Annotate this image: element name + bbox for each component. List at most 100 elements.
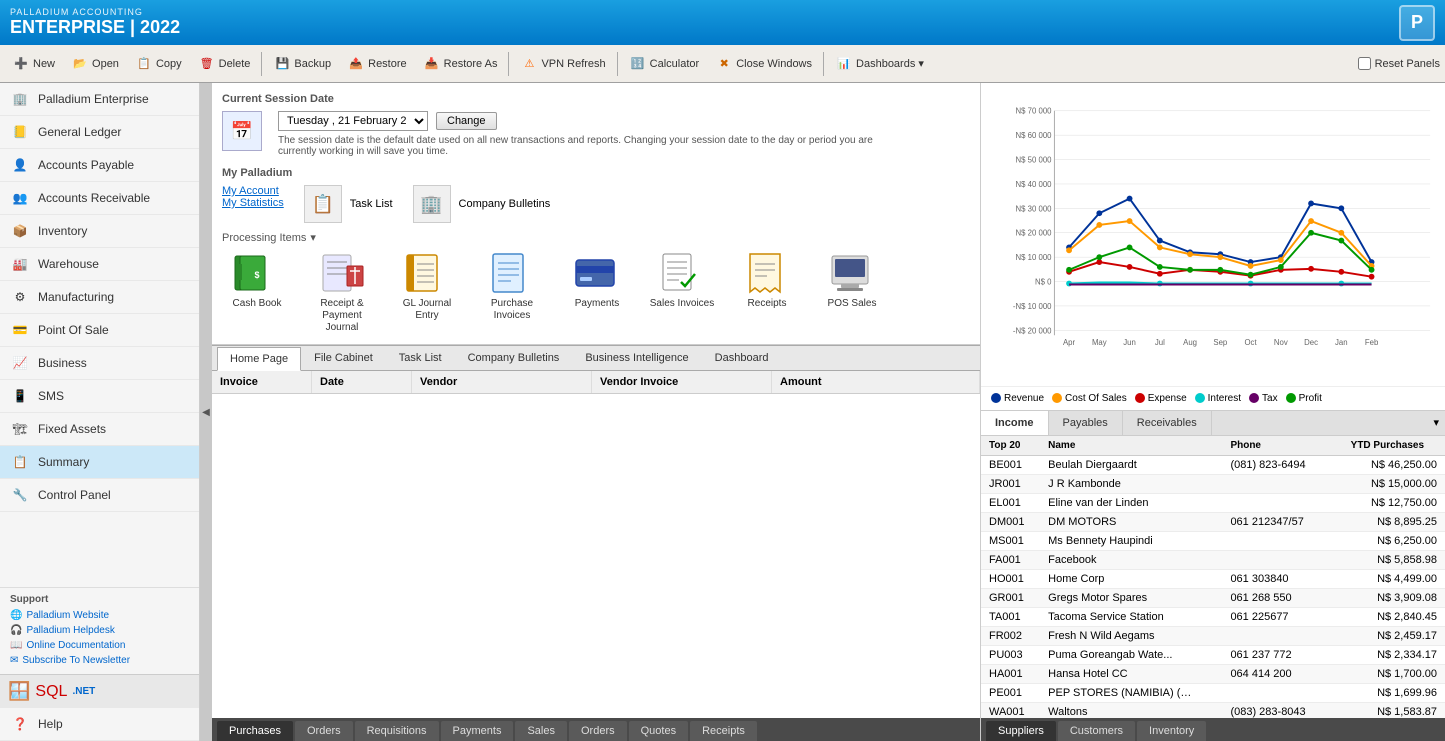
windows-logo-icon: 🪟 <box>8 681 30 702</box>
newsletter-icon: ✉ <box>10 655 18 666</box>
tab-task-list[interactable]: Task List <box>386 346 455 370</box>
sidebar-item-inventory[interactable]: 📦 Inventory <box>0 215 199 248</box>
sidebar-item-accounts-receivable[interactable]: 👥 Accounts Receivable <box>0 182 199 215</box>
processing-grid: $ Cash Book <box>222 252 970 334</box>
my-account-link[interactable]: My Account <box>222 185 284 197</box>
right-subtab-inventory[interactable]: Inventory <box>1137 721 1206 741</box>
point-of-sale-icon: 💳 <box>10 320 30 340</box>
proc-item-receipt-payment[interactable]: Receipt & Payment Journal <box>307 252 377 334</box>
table-row[interactable]: DM001 DM MOTORS 061 212347/57 N$ 8,895.2… <box>981 512 1445 531</box>
sidebar-item-warehouse[interactable]: 🏭 Warehouse <box>0 248 199 281</box>
right-tab-receivables[interactable]: Receivables <box>1123 411 1212 435</box>
vpn-button[interactable]: ⚠ VPN Refresh <box>513 52 612 76</box>
sidebar-collapse-button[interactable]: ◀ <box>200 83 212 741</box>
col-date: Date <box>312 371 412 393</box>
tab-business-intelligence[interactable]: Business Intelligence <box>572 346 701 370</box>
sidebar-item-fixed-assets[interactable]: 🏗 Fixed Assets <box>0 413 199 446</box>
my-statistics-link[interactable]: My Statistics <box>222 197 284 209</box>
new-button[interactable]: ➕ New <box>5 52 62 76</box>
right-subtab-suppliers[interactable]: Suppliers <box>986 721 1056 741</box>
proc-item-pos-sales[interactable]: POS Sales <box>817 252 887 334</box>
backup-label: Backup <box>294 58 331 70</box>
my-account-links-group: My Account My Statistics <box>222 185 284 223</box>
newsletter-link[interactable]: ✉ Subscribe To Newsletter <box>10 653 189 668</box>
table-row[interactable]: MS001 Ms Bennety Haupindi N$ 6,250.00 <box>981 531 1445 550</box>
open-button[interactable]: 📂 Open <box>64 52 126 76</box>
right-subtab-customers[interactable]: Customers <box>1058 721 1135 741</box>
table-row[interactable]: PU003 Puma Goreangab Wate... 061 237 772… <box>981 645 1445 664</box>
proc-item-receipts[interactable]: Receipts <box>732 252 802 334</box>
proc-item-purchase-invoices[interactable]: Purchase Invoices <box>477 252 547 334</box>
company-bulletins-item[interactable]: 🏢 Company Bulletins <box>413 185 551 223</box>
task-list-item[interactable]: 📋 Task List <box>304 185 393 223</box>
table-row[interactable]: BE001 Beulah Diergaardt (081) 823-6494 N… <box>981 455 1445 474</box>
subtab-payments[interactable]: Payments <box>441 721 514 741</box>
proc-item-sales-invoices[interactable]: Sales Invoices <box>647 252 717 334</box>
table-row[interactable]: FA001 Facebook N$ 5,858.98 <box>981 550 1445 569</box>
cell-code: BE001 <box>981 455 1040 474</box>
subtab-quotes[interactable]: Quotes <box>629 721 688 741</box>
sidebar-item-point-of-sale[interactable]: 💳 Point Of Sale <box>0 314 199 347</box>
copy-button[interactable]: 📋 Copy <box>128 52 189 76</box>
payments-label: Payments <box>575 298 619 310</box>
table-row[interactable]: HO001 Home Corp 061 303840 N$ 4,499.00 <box>981 569 1445 588</box>
right-tab-payables[interactable]: Payables <box>1049 411 1123 435</box>
table-row[interactable]: PE001 PEP STORES (NAMIBIA) (… N$ 1,699.9… <box>981 683 1445 702</box>
delete-button[interactable]: 🗑 Delete <box>191 52 258 76</box>
legend-profit: Profit <box>1286 393 1322 404</box>
help-icon: ❓ <box>10 714 30 734</box>
tab-dashboard[interactable]: Dashboard <box>702 346 782 370</box>
sidebar-item-summary[interactable]: 📋 Summary <box>0 446 199 479</box>
col-invoice: Invoice <box>212 371 312 393</box>
restore-button[interactable]: 📤 Restore <box>340 52 414 76</box>
online-docs-link[interactable]: 📖 Online Documentation <box>10 638 189 653</box>
subtab-receipts[interactable]: Receipts <box>690 721 757 741</box>
reset-panels-button[interactable]: Reset Panels <box>1358 57 1440 70</box>
dotnet-logo-icon: .NET <box>72 686 95 697</box>
restore-as-button[interactable]: 📥 Restore As <box>416 52 505 76</box>
right-tab-arrow[interactable]: ▾ <box>1427 411 1445 435</box>
calculator-button[interactable]: 🔢 Calculator <box>622 52 707 76</box>
sidebar-item-palladium-enterprise[interactable]: 🏢 Palladium Enterprise <box>0 83 199 116</box>
right-tab-income[interactable]: Income <box>981 411 1049 435</box>
table-row[interactable]: WA001 Waltons (083) 283-8043 N$ 1,583.87 <box>981 702 1445 718</box>
reset-panels-checkbox[interactable] <box>1358 57 1371 70</box>
subtab-requisitions[interactable]: Requisitions <box>355 721 439 741</box>
sidebar-item-sms[interactable]: 📱 SMS <box>0 380 199 413</box>
sidebar-item-general-ledger[interactable]: 📒 General Ledger <box>0 116 199 149</box>
tab-home-page[interactable]: Home Page <box>217 347 301 371</box>
vpn-icon: ⚠ <box>520 55 538 73</box>
table-row[interactable]: EL001 Eline van der Linden N$ 12,750.00 <box>981 493 1445 512</box>
table-row[interactable]: TA001 Tacoma Service Station 061 225677 … <box>981 607 1445 626</box>
sidebar-item-business[interactable]: 📈 Business <box>0 347 199 380</box>
subtab-sales[interactable]: Sales <box>515 721 567 741</box>
sidebar-item-help[interactable]: ❓ Help <box>0 708 199 741</box>
svg-text:Jul: Jul <box>1155 338 1165 347</box>
proc-item-cash-book[interactable]: $ Cash Book <box>222 252 292 334</box>
cell-code: FA001 <box>981 550 1040 569</box>
table-row[interactable]: FR002 Fresh N Wild Aegams N$ 2,459.17 <box>981 626 1445 645</box>
table-row[interactable]: JR001 J R Kambonde N$ 15,000.00 <box>981 474 1445 493</box>
table-row[interactable]: HA001 Hansa Hotel CC 064 414 200 N$ 1,70… <box>981 664 1445 683</box>
subtab-orders[interactable]: Orders <box>295 721 353 741</box>
table-row[interactable]: GR001 Gregs Motor Spares 061 268 550 N$ … <box>981 588 1445 607</box>
helpdesk-link[interactable]: 🎧 Palladium Helpdesk <box>10 623 189 638</box>
subtab-orders2[interactable]: Orders <box>569 721 627 741</box>
close-windows-button[interactable]: ✖ Close Windows <box>708 52 819 76</box>
session-date-select[interactable]: Tuesday , 21 February 2 <box>278 111 428 131</box>
subtab-purchases[interactable]: Purchases <box>217 721 293 741</box>
tab-file-cabinet[interactable]: File Cabinet <box>301 346 386 370</box>
sidebar-item-accounts-payable[interactable]: 👤 Accounts Payable <box>0 149 199 182</box>
sidebar-item-manufacturing[interactable]: ⚙ Manufacturing <box>0 281 199 314</box>
dashboards-button[interactable]: 📊 Dashboards ▾ <box>828 52 931 76</box>
backup-button[interactable]: 💾 Backup <box>266 52 338 76</box>
chart-legend: Revenue Cost Of Sales Expense Interest T… <box>981 386 1445 410</box>
tab-company-bulletins[interactable]: Company Bulletins <box>455 346 573 370</box>
proc-item-gl-journal[interactable]: GL Journal Entry <box>392 252 462 334</box>
palladium-website-link[interactable]: 🌐 Palladium Website <box>10 608 189 623</box>
interest-label: Interest <box>1208 393 1241 404</box>
change-date-button[interactable]: Change <box>436 112 497 130</box>
sidebar-item-control-panel[interactable]: 🔧 Control Panel <box>0 479 199 512</box>
proc-item-payments[interactable]: Payments <box>562 252 632 334</box>
cell-phone <box>1222 550 1342 569</box>
